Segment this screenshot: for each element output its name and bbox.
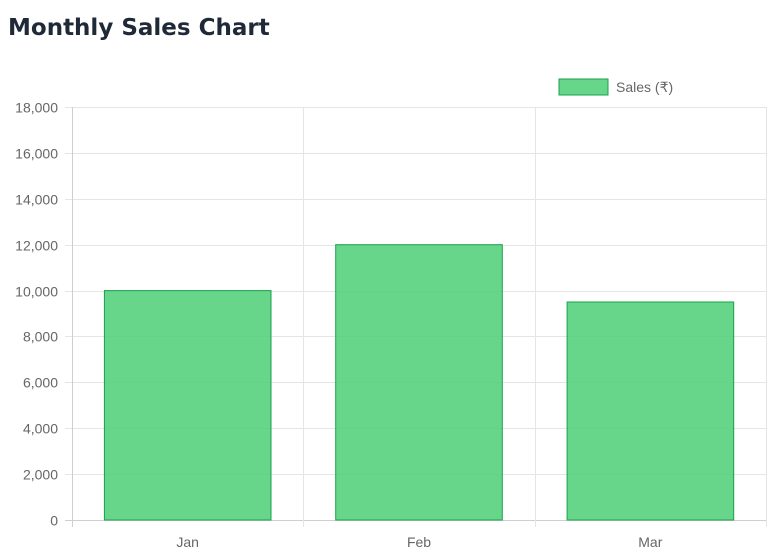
y-tick-label: 14,000: [15, 192, 58, 208]
bar-mar: [566, 301, 735, 521]
y-tick-label: 0: [50, 513, 58, 529]
legend-swatch: [558, 78, 609, 96]
legend: Sales (₹): [558, 78, 673, 96]
bar-jan: [103, 290, 272, 521]
y-tick-label: 16,000: [15, 146, 58, 162]
y-tick-label: 18,000: [15, 100, 58, 116]
y-tick-label: 2,000: [23, 467, 58, 483]
bar-feb: [335, 244, 503, 521]
bar-series: [103, 244, 735, 521]
x-tick-label: Feb: [407, 534, 431, 550]
x-axis: Jan Feb Mar: [176, 534, 662, 550]
y-tick-label: 4,000: [23, 421, 58, 437]
y-tick-label: 10,000: [15, 284, 58, 300]
chart-page: Monthly Sales Chart 0 2,000 4,000 6,000 8,00…: [0, 0, 768, 559]
x-tick-label: Mar: [638, 534, 662, 550]
bar-chart: 0 2,000 4,000 6,000 8,000 10,000 12,000 14,000 1…: [15, 78, 767, 550]
y-tick-label: 8,000: [23, 329, 58, 345]
y-tick-label: 12,000: [15, 238, 58, 254]
y-tick-label: 6,000: [23, 375, 58, 391]
y-axis: 0 2,000 4,000 6,000 8,000 10,000 12,000 14,000 1…: [15, 100, 58, 529]
x-tick-label: Jan: [176, 534, 199, 550]
legend-label: Sales (₹): [616, 79, 673, 95]
